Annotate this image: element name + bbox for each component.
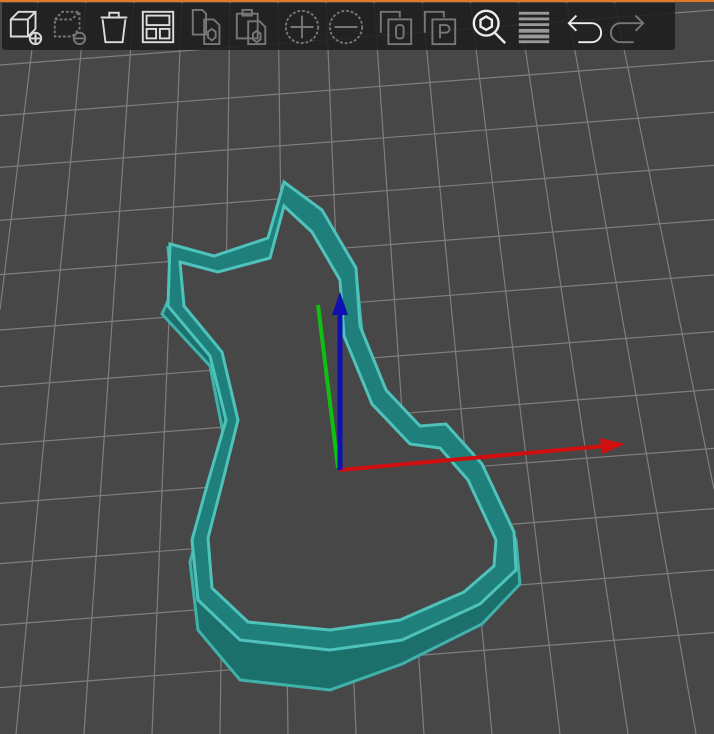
remove-instance-icon: [328, 9, 364, 44]
add-object-button[interactable]: [6, 7, 46, 47]
undo-button[interactable]: [564, 7, 604, 47]
grid-line: [151, 0, 183, 734]
grid-line: [0, 219, 714, 276]
split-objects-icon: [379, 10, 413, 45]
remove-instance-button[interactable]: [326, 7, 366, 47]
split-parts-icon: [423, 10, 457, 45]
x-axis-arrow: [600, 438, 625, 454]
app-window: [0, 0, 714, 734]
main-toolbar: [2, 3, 675, 50]
add-instance-icon: [284, 9, 320, 44]
arrange-icon: [141, 10, 175, 43]
delete-object-button[interactable]: [50, 7, 90, 47]
search-button[interactable]: [470, 7, 510, 47]
layers-editing-button[interactable]: [514, 7, 554, 47]
grid-line: [0, 164, 714, 221]
redo-icon: [609, 14, 645, 43]
arrange-button[interactable]: [138, 7, 178, 47]
grid-line: [565, 0, 697, 734]
undo-icon: [567, 14, 603, 43]
paste-icon: [235, 8, 267, 45]
add-object-icon: [9, 10, 43, 45]
delete-object-icon: [53, 10, 87, 45]
redo-button[interactable]: [608, 7, 648, 47]
grid-line: [0, 60, 714, 117]
layers-editing-icon: [518, 11, 550, 43]
grid-line: [517, 0, 629, 734]
delete-all-button[interactable]: [94, 7, 134, 47]
add-instance-button[interactable]: [282, 7, 322, 47]
copy-icon: [191, 8, 221, 45]
grid-line: [613, 0, 714, 490]
search-icon: [472, 9, 507, 44]
copy-button[interactable]: [188, 7, 228, 47]
split-objects-button[interactable]: [376, 7, 416, 47]
split-parts-button[interactable]: [420, 7, 460, 47]
accent-line: [0, 0, 714, 2]
paste-button[interactable]: [232, 7, 272, 47]
trash-icon: [100, 11, 128, 43]
grid-line: [83, 0, 135, 734]
3d-viewport[interactable]: [0, 0, 714, 734]
grid-line: [0, 111, 714, 168]
